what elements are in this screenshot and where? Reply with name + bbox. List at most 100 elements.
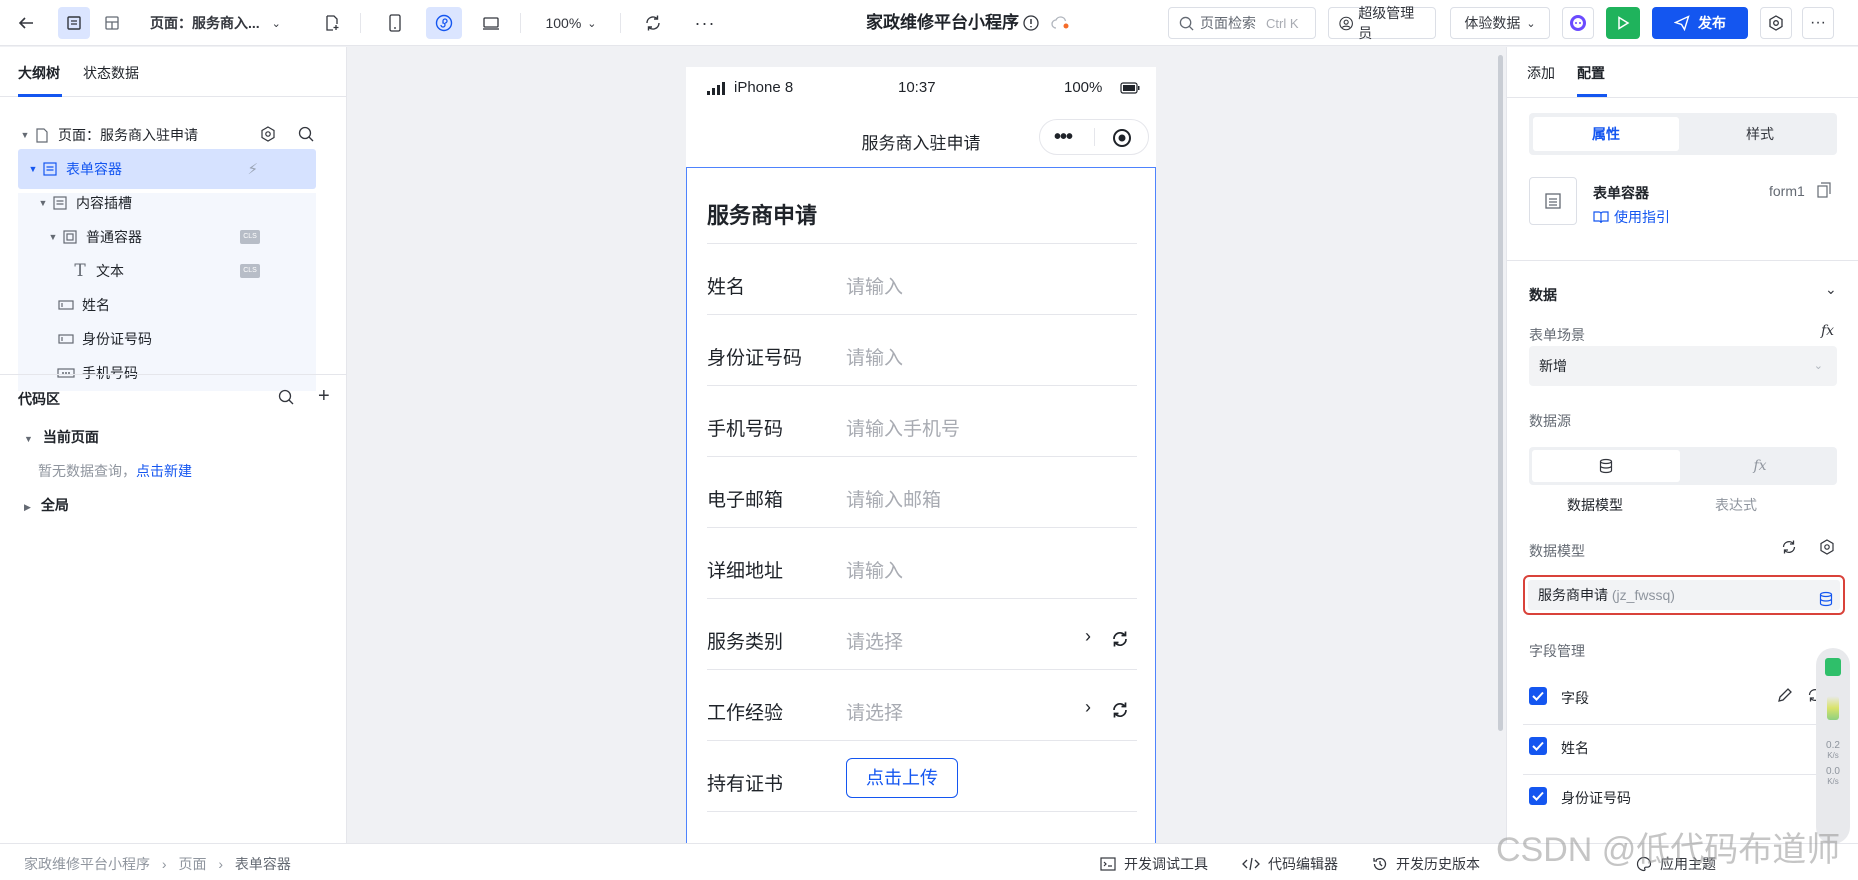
- caret-down-icon[interactable]: ▼: [18, 130, 32, 140]
- play-icon: [1618, 16, 1630, 30]
- section-current-page[interactable]: ▼ 当前页面: [24, 427, 99, 447]
- mobile-device-icon[interactable]: [380, 7, 410, 39]
- capsule-close-icon[interactable]: [1112, 128, 1132, 151]
- code-search-icon[interactable]: [278, 389, 294, 408]
- refresh-icon[interactable]: [1110, 700, 1130, 723]
- name-input[interactable]: 请输入: [846, 272, 903, 299]
- right-panel-scrollbar[interactable]: [1498, 55, 1503, 731]
- form-container[interactable]: 服务商申请 姓名 请输入 身份证号码 请输入 手机号码 请输入手机号 电子邮箱 …: [686, 167, 1156, 843]
- data-mode-select[interactable]: 体验数据 ⌄: [1450, 7, 1550, 39]
- datasource-expression-option[interactable]: fx: [1686, 450, 1834, 482]
- field-item-label: 姓名: [1561, 740, 1589, 756]
- history-icon: [1373, 857, 1387, 871]
- form-title: 服务商申请: [707, 203, 818, 228]
- model-settings-icon[interactable]: [1819, 539, 1835, 558]
- caret-down-icon[interactable]: ▼: [46, 232, 60, 242]
- miniprogram-capsule: •••: [1039, 119, 1149, 155]
- tree-node-phone[interactable]: 手机号码: [18, 353, 316, 391]
- chevron-down-icon[interactable]: ⌄: [1825, 281, 1837, 298]
- field-label-address: 详细地址: [707, 561, 784, 582]
- code-editor-button[interactable]: 代码编辑器: [1242, 854, 1338, 874]
- page-selector[interactable]: 页面：服务商入... ⌄: [150, 7, 300, 39]
- phone-input[interactable]: 请输入手机号: [846, 414, 960, 441]
- service-category-select[interactable]: 请选择: [846, 627, 903, 654]
- ai-assistant-icon[interactable]: [1562, 7, 1594, 39]
- upload-button[interactable]: 点击上传: [846, 758, 958, 798]
- tab-properties[interactable]: 属性: [1533, 117, 1679, 151]
- data-model-select[interactable]: 服务商申请 (jz_fwssq): [1528, 580, 1840, 610]
- right-panel: 添加 配置 属性 样式 表单容器 form1 使用指引 数据 ⌄ 表单场景 fx…: [1506, 47, 1858, 843]
- input-field-icon: [56, 297, 76, 313]
- property-style-segment: 属性 样式: [1529, 113, 1837, 155]
- chevron-down-icon: ⌄: [271, 17, 281, 30]
- page-search-input[interactable]: 页面检索 Ctrl K: [1168, 7, 1316, 39]
- left-panel: 大纲树 状态数据 ▼ 页面：服务商入驻申请 ▼ 表单容器 ⚡ ▼ 内容插槽 ▼ …: [0, 47, 347, 843]
- refresh-icon[interactable]: [1110, 629, 1130, 652]
- usage-guide-link[interactable]: 使用指引: [1593, 207, 1670, 227]
- divider: [1523, 774, 1843, 775]
- tab-styles[interactable]: 样式: [1687, 117, 1833, 151]
- info-icon[interactable]: [1020, 7, 1042, 39]
- layout-grid-icon[interactable]: [96, 7, 128, 39]
- cloud-sync-icon[interactable]: [1048, 7, 1074, 39]
- desktop-device-icon[interactable]: [476, 7, 506, 39]
- id-number-input[interactable]: 请输入: [846, 343, 903, 370]
- field-checkbox-id-number[interactable]: [1529, 787, 1547, 805]
- history-versions-button[interactable]: 开发历史版本: [1372, 854, 1480, 874]
- role-button[interactable]: 超级管理员: [1328, 5, 1436, 41]
- back-arrow-icon[interactable]: [12, 7, 40, 39]
- copy-icon[interactable]: [1817, 182, 1831, 201]
- field-label-id-number: 身份证号码: [707, 348, 803, 369]
- page-view-icon[interactable]: [58, 7, 90, 39]
- zoom-selector[interactable]: 100% ⌄: [536, 7, 606, 39]
- address-input[interactable]: 请输入: [846, 556, 903, 583]
- tab-config[interactable]: 配置: [1577, 63, 1605, 83]
- caret-down-icon[interactable]: ▼: [36, 198, 50, 208]
- tab-outline-tree[interactable]: 大纲树: [18, 63, 60, 83]
- refresh-icon[interactable]: [638, 7, 668, 39]
- edit-pencil-icon[interactable]: [1777, 687, 1793, 706]
- check-icon: [1532, 691, 1544, 701]
- fx-expression-icon[interactable]: fx: [1821, 323, 1834, 339]
- download-speed: 0.0: [1826, 766, 1840, 777]
- tab-add[interactable]: 添加: [1527, 63, 1555, 83]
- page-settings-icon[interactable]: [260, 126, 276, 145]
- terminal-icon: [1100, 857, 1116, 871]
- tree-search-icon[interactable]: [298, 126, 314, 145]
- breadcrumb-page[interactable]: 页面: [178, 856, 206, 872]
- tab-state-data[interactable]: 状态数据: [83, 63, 139, 83]
- field-checkbox-name[interactable]: [1529, 737, 1547, 755]
- caret-down-icon[interactable]: ▼: [26, 164, 40, 174]
- check-icon: [1532, 741, 1544, 751]
- breadcrumb-separator-icon: ›: [218, 856, 224, 872]
- code-icon: [1242, 857, 1260, 871]
- outline-tree: ▼ 页面：服务商入驻申请 ▼ 表单容器 ⚡ ▼ 内容插槽 ▼ 普通容器 CLS …: [18, 109, 316, 391]
- cls-badge: CLS: [240, 230, 260, 244]
- refresh-icon[interactable]: [1781, 539, 1797, 558]
- add-query-icon[interactable]: +: [318, 385, 330, 408]
- create-query-link[interactable]: 点击新建: [136, 463, 192, 479]
- form-scene-select[interactable]: 新增 ⌄: [1529, 346, 1837, 386]
- capsule-more-icon[interactable]: •••: [1054, 126, 1073, 149]
- more-icon[interactable]: ···: [690, 7, 720, 39]
- email-input[interactable]: 请输入邮箱: [846, 485, 941, 512]
- publish-button[interactable]: 发布: [1652, 7, 1748, 39]
- datasource-model-option[interactable]: [1532, 450, 1680, 482]
- debug-tools-button[interactable]: 开发调试工具: [1100, 854, 1208, 874]
- run-preview-button[interactable]: [1606, 7, 1640, 39]
- search-icon: [1179, 16, 1194, 31]
- section-global[interactable]: ▶ 全局: [24, 495, 69, 515]
- caret-down-icon: ▼: [24, 434, 33, 444]
- more-menu-icon[interactable]: ···: [1802, 7, 1834, 39]
- miniprogram-icon[interactable]: [426, 7, 462, 39]
- settings-gear-icon[interactable]: [1760, 7, 1792, 39]
- event-bolt-icon[interactable]: ⚡: [247, 160, 258, 178]
- breadcrumb-component[interactable]: 表单容器: [235, 856, 291, 872]
- field-item-label: 身份证号码: [1561, 790, 1631, 806]
- experience-select[interactable]: 请选择: [846, 698, 903, 725]
- field-checkbox-all[interactable]: [1529, 687, 1547, 705]
- add-page-icon[interactable]: [318, 7, 346, 39]
- chevron-right-icon[interactable]: ›: [1085, 626, 1091, 647]
- chevron-right-icon[interactable]: ›: [1085, 697, 1091, 718]
- breadcrumb-app[interactable]: 家政维修平台小程序: [24, 856, 150, 872]
